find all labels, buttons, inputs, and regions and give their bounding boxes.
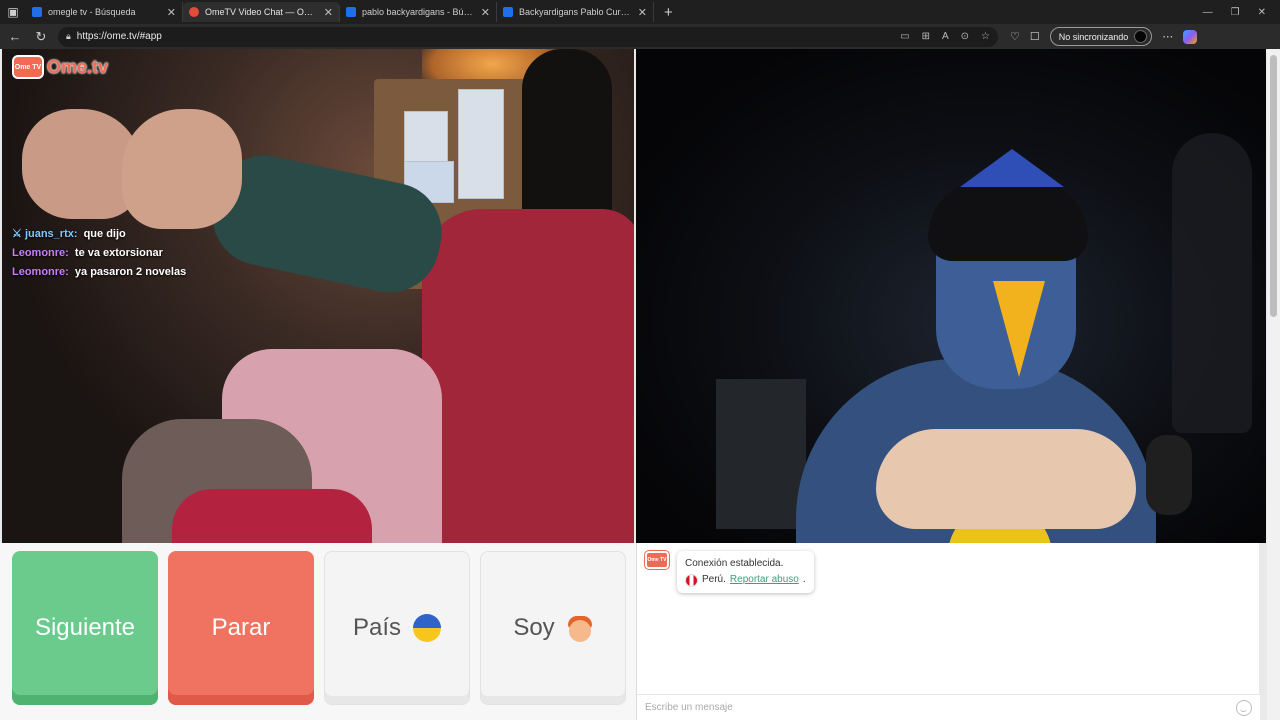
country-label: País [352, 614, 402, 641]
party-hat [960, 149, 1064, 187]
window-controls: — ❐ ✕ [1203, 7, 1280, 18]
page-scrollbar[interactable] [1267, 49, 1280, 720]
report-abuse-link[interactable]: Reportar abuso [730, 572, 799, 588]
tab-title: Backyardigans Pablo Cursed Images [519, 7, 632, 17]
close-tab-icon[interactable]: ✕ [167, 6, 176, 19]
overlay-chat: ⚔︎ juans_rtx: que dijo Leomonre: te va e… [12, 227, 186, 278]
hair [928, 181, 1088, 261]
overlay-chat-line: Leomonre: te va extorsionar [12, 247, 186, 259]
report-suffix: . [802, 574, 806, 585]
close-window-icon[interactable]: ✕ [1258, 7, 1266, 18]
stop-button[interactable]: Parar [168, 551, 314, 705]
peru-flag-icon [685, 573, 698, 587]
emoji-icon[interactable] [1236, 699, 1252, 716]
stop-label: Parar [211, 614, 271, 641]
browser-tab[interactable]: Backyardigans Pablo Cursed Images ✕ [497, 2, 654, 22]
microphone [1146, 435, 1192, 515]
heart-hand-right [122, 109, 242, 229]
chat-message: que dijo [83, 228, 126, 240]
ometv-logo[interactable]: Ome TV Ome.tv [12, 55, 108, 79]
avatar [1134, 30, 1148, 43]
reload-icon[interactable]: ↻ [30, 29, 52, 45]
minimize-icon[interactable]: — [1203, 7, 1213, 18]
browser-tab-bar: ▣ omegle tv - Búsqueda ✕ OmeTV Video Cha… [0, 0, 1280, 24]
apps-icon[interactable]: ⊞ [922, 31, 930, 42]
tab-actions-icon[interactable]: ▣ [0, 0, 26, 24]
favorite-star-icon[interactable]: ☆ [981, 31, 990, 42]
close-tab-icon[interactable]: ✕ [638, 6, 647, 19]
chat-message: ya pasaron 2 novelas [74, 266, 187, 278]
partner-video: Ome TV Ome.tv ⚔︎ juans_rtx: que dijo Leo… [2, 49, 634, 543]
address-bar-icons: ▭ ⊞ A ⊙ ☆ [900, 31, 990, 42]
next-label: Siguiente [34, 614, 136, 641]
close-tab-icon[interactable]: ✕ [481, 6, 490, 19]
logo-text: Ome.tv [47, 56, 109, 77]
ometv-system-icon: Ome TV [645, 551, 669, 569]
chat-panel: Ome TV Conexión establecida. Perú. Repor… [636, 543, 1260, 720]
poster [458, 89, 504, 199]
ukraine-flag-icon [413, 614, 442, 642]
toolbar-right: ♡ ☐ No sincronizando ⋯ [1010, 27, 1198, 46]
bing-icon [346, 7, 356, 17]
new-tab-icon[interactable]: + [664, 4, 673, 21]
controls-panel: Siguiente Parar País Soy [0, 543, 636, 720]
partner-country: Perú. [702, 574, 726, 585]
background-equipment [716, 379, 806, 529]
person-coat [422, 209, 634, 543]
read-aloud-icon[interactable]: A [942, 31, 949, 42]
chat-username: Leomonre: [12, 266, 69, 278]
country-button[interactable]: País [324, 551, 470, 705]
extensions-icon[interactable]: ⊙ [961, 31, 969, 42]
tab-title: OmeTV Video Chat — Omegle [205, 7, 318, 17]
ometv-favicon-icon [189, 7, 199, 17]
bing-icon [32, 7, 42, 17]
overlay-chat-line: Leomonre: ya pasaron 2 novelas [12, 266, 186, 278]
sword-icon: ⚔︎ [12, 228, 22, 240]
paper-beak [993, 281, 1045, 377]
self-video [636, 49, 1266, 543]
profile-sync-button[interactable]: No sincronizando [1049, 27, 1153, 46]
video-icon[interactable]: ▭ [900, 31, 909, 42]
connection-status: Conexión establecida. [685, 558, 784, 569]
sync-label: No sincronizando [1058, 31, 1129, 42]
tab-title: omegle tv - Búsqueda [48, 7, 136, 17]
ometv-page: Ome TV Ome.tv ⚔︎ juans_rtx: que dijo Leo… [0, 49, 1280, 720]
bing-icon [503, 7, 513, 17]
next-button[interactable]: Siguiente [12, 551, 158, 705]
address-bar[interactable]: 🔒︎ https://ome.tv/#app ▭ ⊞ A ⊙ ☆ [58, 26, 998, 47]
pink-cloth [172, 489, 372, 543]
url-text: https://ome.tv/#app [76, 31, 162, 42]
heart-hands [876, 429, 1136, 529]
chat-username: Leomonre: [12, 247, 69, 259]
site-info-icon[interactable]: 🔒︎ [66, 31, 71, 42]
close-tab-icon[interactable]: ✕ [324, 6, 333, 19]
background-figure [1172, 133, 1252, 433]
restore-icon[interactable]: ❐ [1231, 7, 1240, 18]
back-icon[interactable]: ← [4, 29, 26, 44]
message-input[interactable] [645, 702, 1236, 713]
overlay-chat-line: ⚔︎ juans_rtx: que dijo [12, 227, 186, 240]
scrollbar-thumb[interactable] [1270, 55, 1277, 317]
browser-tab[interactable]: pablo backyardigans - Búsqueda ✕ [340, 2, 497, 22]
copilot-icon[interactable] [1183, 29, 1198, 44]
system-message: Conexión establecida. Perú. Reportar abu… [677, 551, 814, 593]
boy-emoji-icon [567, 614, 593, 642]
more-menu-icon[interactable]: ⋯ [1162, 30, 1173, 43]
message-input-bar [637, 694, 1260, 720]
gender-label: Soy [513, 614, 555, 641]
country-row: Perú. Reportar abuso. [685, 572, 806, 588]
logo-tv-icon: Ome TV [12, 55, 44, 79]
collections-icon[interactable]: ☐ [1030, 30, 1040, 43]
gender-button[interactable]: Soy [480, 551, 626, 705]
chat-message: te va extorsionar [74, 247, 163, 259]
tab-title: pablo backyardigans - Búsqueda [362, 7, 475, 17]
chat-username: juans_rtx: [24, 228, 78, 240]
browser-tab[interactable]: omegle tv - Búsqueda ✕ [26, 2, 183, 22]
browser-tab-active[interactable]: OmeTV Video Chat — Omegle ✕ [183, 2, 340, 22]
browser-toolbar: ← ↻ 🔒︎ https://ome.tv/#app ▭ ⊞ A ⊙ ☆ ♡ ☐… [0, 24, 1280, 49]
browser-essentials-icon[interactable]: ♡ [1010, 30, 1020, 43]
